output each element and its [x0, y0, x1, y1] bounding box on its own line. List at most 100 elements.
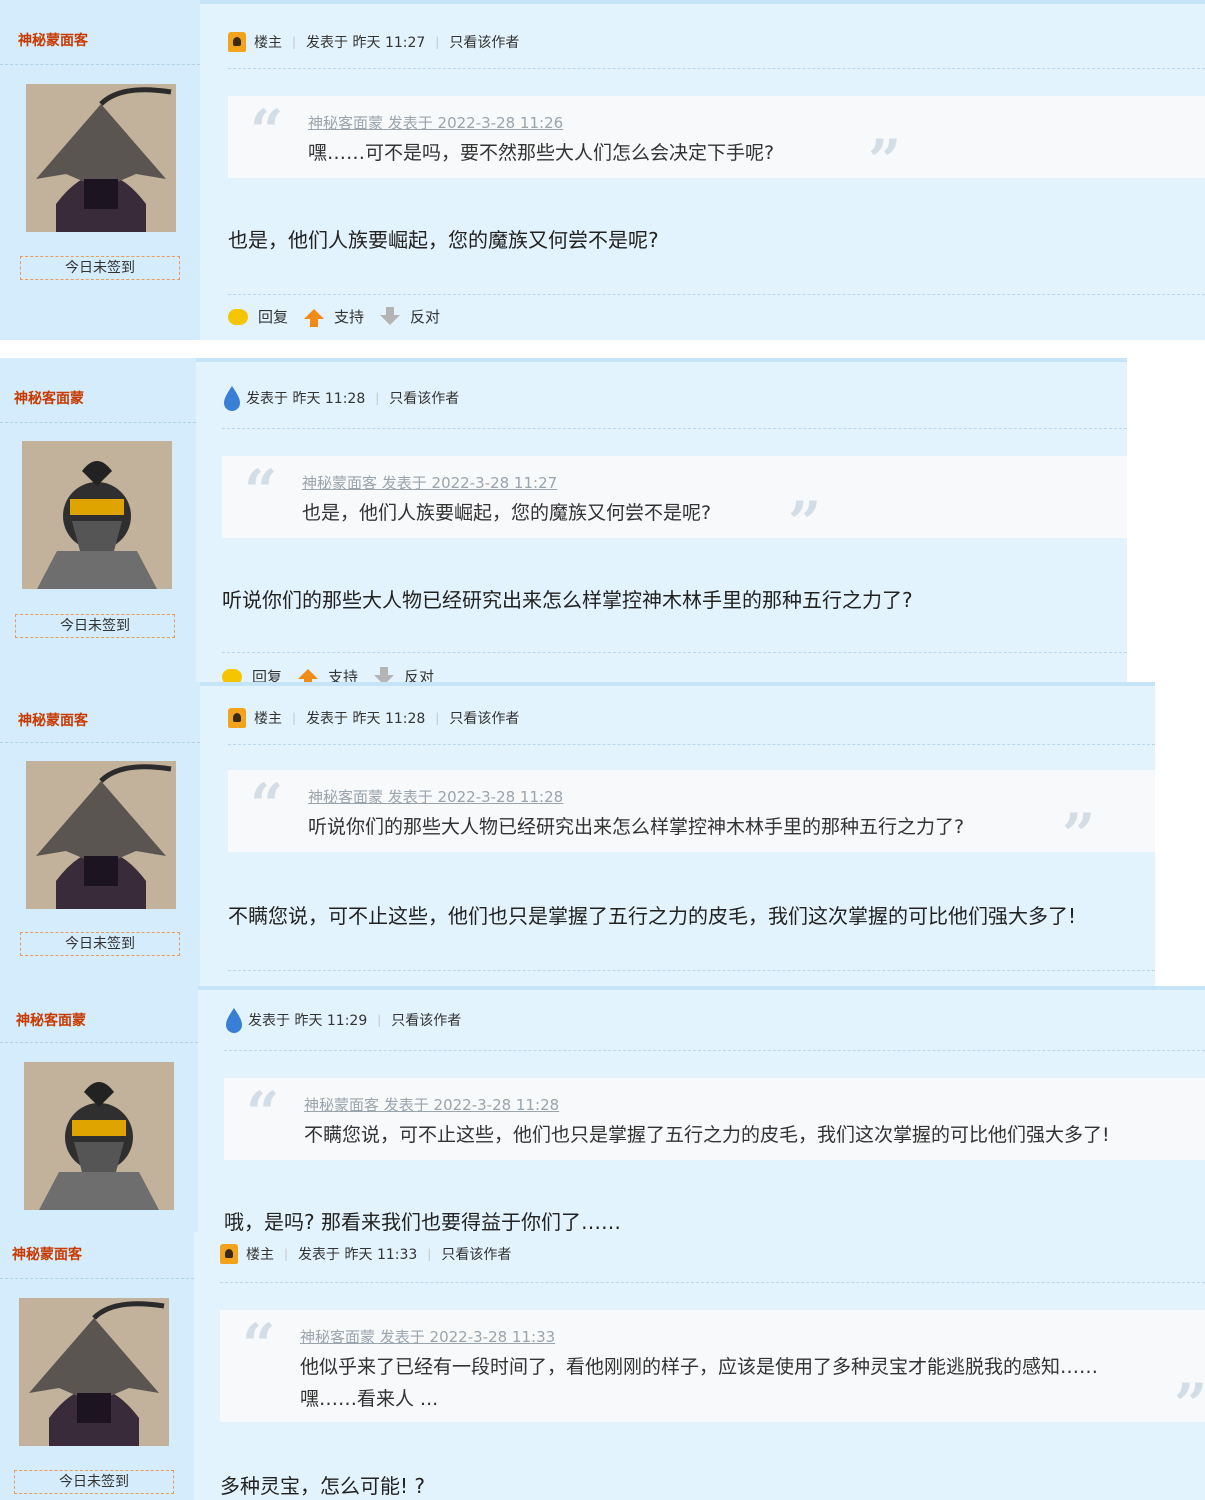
- owner-label: 楼主: [254, 35, 282, 51]
- support-button[interactable]: 支持: [334, 306, 364, 327]
- post-time: 发表于 昨天 11:33: [298, 1247, 418, 1263]
- divider: [196, 358, 1127, 362]
- owner-badge-icon: [228, 708, 246, 728]
- reply-icon[interactable]: [228, 308, 248, 325]
- view-author-link[interactable]: 只看该作者: [449, 708, 519, 728]
- open-quote-icon: “: [250, 97, 284, 165]
- avatar[interactable]: [24, 1062, 174, 1210]
- quote-block: “ 神秘客面蒙 发表于 2022-3-28 11:26 嘿……可不是吗，要不然那…: [228, 96, 1205, 190]
- author-name[interactable]: 神秘蒙面客: [18, 30, 88, 50]
- open-quote-icon: “: [250, 771, 284, 839]
- post-meta: 楼主 | 发表于 昨天 11:27 | 只看该作者: [228, 32, 519, 52]
- support-icon[interactable]: [298, 668, 319, 682]
- divider: [228, 970, 1155, 971]
- author-name[interactable]: 神秘客面蒙: [16, 1010, 86, 1030]
- quote-text: 不瞒您说，可不止这些，他们也只是掌握了五行之力的皮毛，我们这次掌握的可比他们强大…: [304, 1124, 1110, 1146]
- post-meta: 发表于 昨天 11:28 | 只看该作者: [222, 386, 459, 411]
- post-sidebar: 神秘客面蒙 今日未签到: [0, 358, 196, 682]
- water-drop-icon: [226, 1008, 242, 1033]
- quote-text: 听说你们的那些大人物已经研究出来怎么样掌控神木林手里的那种五行之力了?: [308, 816, 965, 838]
- post-content: 哦，是吗? 那看来我们也要得益于你们了……: [224, 1210, 621, 1232]
- post-5: 神秘蒙面客 今日未签到 楼主 | 发表于 昨天 11:33 | 只看该作者 “ …: [0, 1232, 1205, 1500]
- view-author-link[interactable]: 只看该作者: [441, 1244, 511, 1264]
- quote-block: “ 神秘蒙面客 发表于 2022-3-28 11:27 也是，他们人族要崛起，您…: [222, 456, 1127, 552]
- post-2: 神秘客面蒙 今日未签到 发表于 昨天 11:28 | 只看该作者 “ 神秘蒙面客…: [0, 358, 1127, 682]
- quote-block: “ 神秘客面蒙 发表于 2022-3-28 11:33 他似乎来了已经有一段时间…: [220, 1310, 1205, 1434]
- post-content: 不瞒您说，可不止这些，他们也只是掌握了五行之力的皮毛，我们这次掌握的可比他们强大…: [228, 904, 1077, 928]
- post-sidebar: 神秘蒙面客 今日未签到: [0, 1232, 194, 1500]
- post-main: 楼主 | 发表于 昨天 11:27 | 只看该作者 “ 神秘客面蒙 发表于 20…: [200, 0, 1205, 340]
- post-main: 楼主 | 发表于 昨天 11:33 | 只看该作者 “ 神秘客面蒙 发表于 20…: [194, 1232, 1205, 1500]
- separator: |: [284, 1247, 289, 1261]
- oppose-icon[interactable]: [380, 306, 401, 325]
- owner-label: 楼主: [246, 1247, 274, 1263]
- quote-text-line-2: 嘿……看来人 ...: [300, 1388, 439, 1410]
- separator: |: [427, 1247, 432, 1261]
- author-name[interactable]: 神秘客面蒙: [14, 388, 84, 408]
- owner-badge-icon: [220, 1244, 238, 1264]
- divider: [0, 1042, 198, 1043]
- post-sidebar: 神秘客面蒙: [0, 986, 198, 1232]
- avatar[interactable]: [26, 84, 176, 232]
- post-time: 发表于 昨天 11:28: [306, 711, 426, 727]
- post-content: 多种灵宝，怎么可能! ?: [220, 1474, 425, 1498]
- post-content: 也是，他们人族要崛起，您的魔族又何尝不是呢?: [228, 228, 659, 252]
- post-time: 发表于 昨天 11:27: [306, 35, 426, 51]
- post-meta: 楼主 | 发表于 昨天 11:33 | 只看该作者: [220, 1244, 511, 1264]
- quote-text: 他似乎来了已经有一段时间了，看他刚刚的样子，应该是使用了多种灵宝才能逃脱我的感知…: [300, 1356, 1099, 1378]
- close-quote-icon: ”: [1062, 801, 1096, 869]
- open-quote-icon: “: [244, 457, 278, 525]
- close-quote-icon: ”: [1174, 1371, 1205, 1439]
- post-actions: 回复 支持 反对: [228, 306, 440, 327]
- divider: [224, 1050, 1205, 1051]
- post-meta: 楼主 | 发表于 昨天 11:28 | 只看该作者: [228, 708, 519, 728]
- quote-block: “ 神秘客面蒙 发表于 2022-3-28 11:28 听说你们的那些大人物已经…: [228, 770, 1155, 864]
- close-quote-icon: ”: [868, 127, 902, 195]
- divider: [198, 986, 1205, 990]
- quote-source[interactable]: 神秘蒙面客 发表于 2022-3-28 11:27: [302, 472, 557, 493]
- view-author-link[interactable]: 只看该作者: [449, 32, 519, 52]
- checkin-status: 今日未签到: [20, 256, 180, 280]
- reply-button[interactable]: 回复: [258, 306, 288, 327]
- view-author-link[interactable]: 只看该作者: [391, 1010, 461, 1030]
- quote-source[interactable]: 神秘客面蒙 发表于 2022-3-28 11:26: [308, 112, 563, 133]
- oppose-button[interactable]: 反对: [410, 306, 440, 327]
- quote-block: “ 神秘蒙面客 发表于 2022-3-28 11:28 不瞒您说，可不止这些，他…: [224, 1078, 1205, 1160]
- oppose-button[interactable]: 反对: [404, 666, 434, 682]
- author-name[interactable]: 神秘蒙面客: [12, 1244, 82, 1264]
- post-main: 发表于 昨天 11:29 | 只看该作者 “ 神秘蒙面客 发表于 2022-3-…: [198, 986, 1205, 1232]
- quote-source[interactable]: 神秘蒙面客 发表于 2022-3-28 11:28: [304, 1094, 559, 1115]
- separator: |: [435, 35, 440, 49]
- post-sidebar: 神秘蒙面客 今日未签到: [0, 682, 200, 986]
- divider: [0, 1278, 194, 1279]
- quote-text: 也是，他们人族要崛起，您的魔族又何尝不是呢?: [302, 502, 712, 524]
- post-3: 神秘蒙面客 今日未签到 楼主 | 发表于 昨天 11:28 | 只看该作者 “ …: [0, 682, 1155, 986]
- open-quote-icon: “: [246, 1079, 280, 1147]
- support-icon[interactable]: [304, 308, 325, 327]
- separator: |: [375, 391, 380, 405]
- divider: [200, 682, 1155, 686]
- post-time: 发表于 昨天 11:28: [246, 391, 366, 407]
- view-author-link[interactable]: 只看该作者: [389, 388, 459, 408]
- divider: [222, 652, 1127, 653]
- oppose-icon[interactable]: [374, 666, 395, 682]
- support-button[interactable]: 支持: [328, 666, 358, 682]
- avatar[interactable]: [26, 761, 176, 909]
- avatar[interactable]: [22, 441, 172, 589]
- post-meta: 发表于 昨天 11:29 | 只看该作者: [224, 1008, 461, 1033]
- separator: |: [377, 1013, 382, 1027]
- separator: |: [292, 711, 297, 725]
- open-quote-icon: “: [242, 1311, 276, 1379]
- reply-button[interactable]: 回复: [252, 666, 282, 682]
- quote-source[interactable]: 神秘客面蒙 发表于 2022-3-28 11:28: [308, 786, 563, 807]
- divider: [0, 64, 200, 65]
- water-drop-icon: [224, 386, 240, 411]
- checkin-status: 今日未签到: [20, 932, 180, 956]
- divider: [0, 742, 200, 743]
- author-name[interactable]: 神秘蒙面客: [18, 710, 88, 730]
- quote-source[interactable]: 神秘客面蒙 发表于 2022-3-28 11:33: [300, 1326, 555, 1347]
- owner-badge-icon: [228, 32, 246, 52]
- checkin-status: 今日未签到: [15, 614, 175, 638]
- reply-icon[interactable]: [222, 668, 242, 682]
- avatar[interactable]: [19, 1298, 169, 1446]
